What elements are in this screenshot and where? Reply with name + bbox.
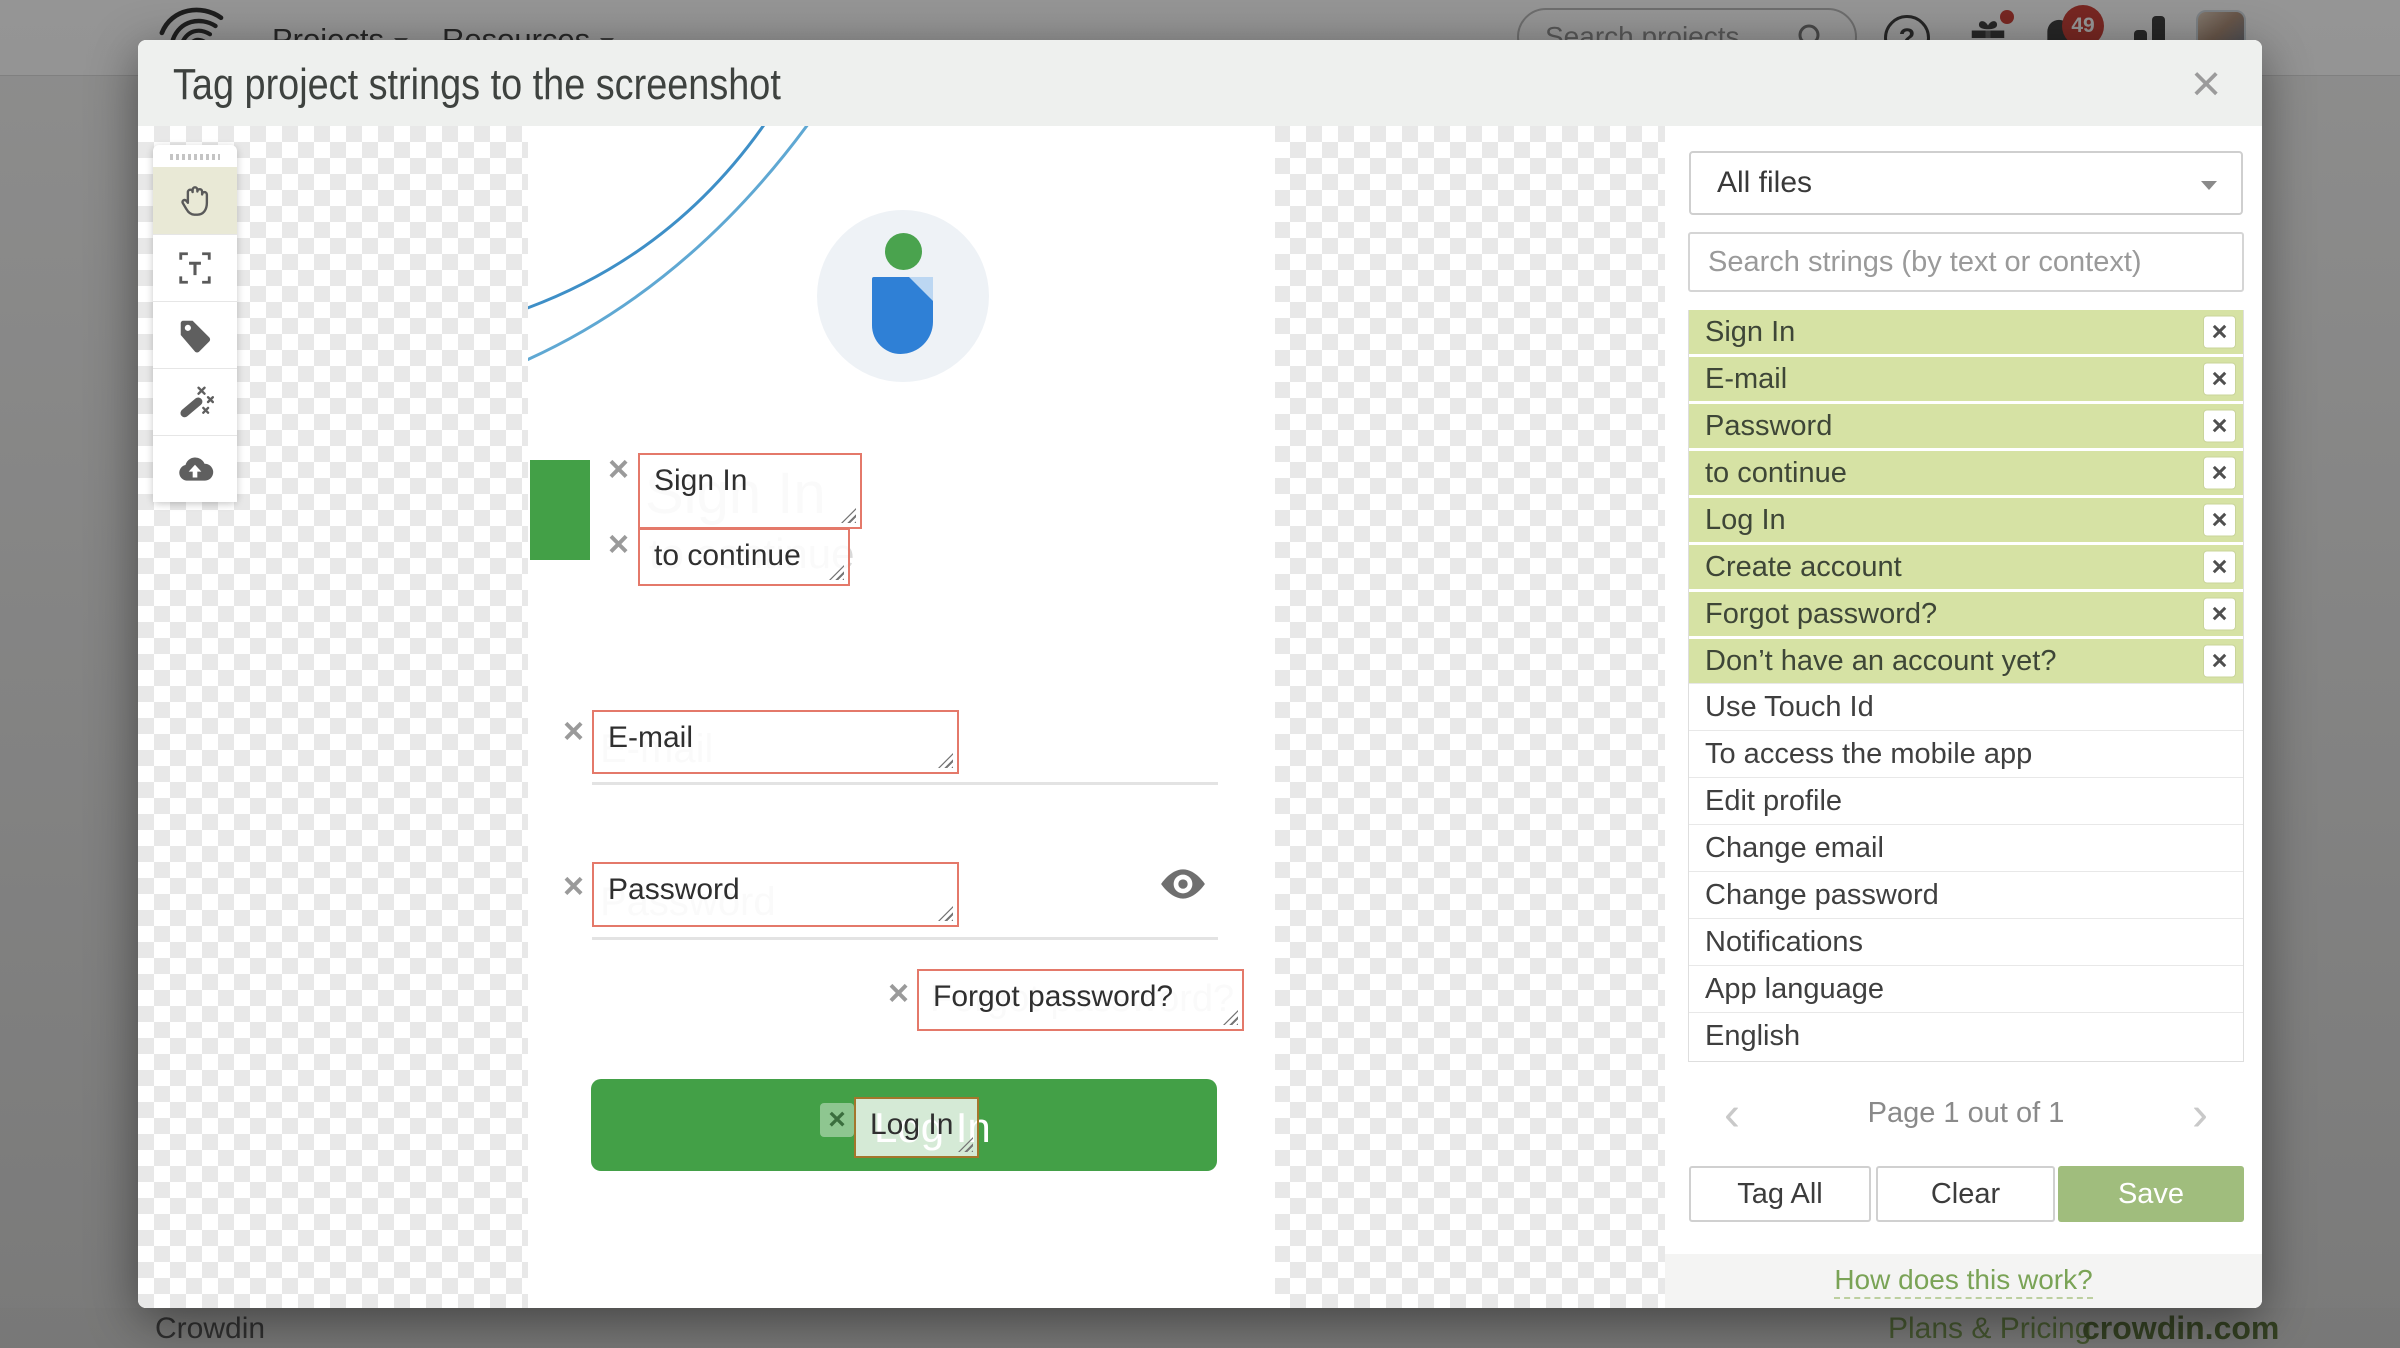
- cloud-upload-tool-icon: [179, 457, 214, 481]
- remove-string-icon[interactable]: ×: [2204, 645, 2235, 677]
- eye-icon: [1161, 869, 1205, 899]
- string-row[interactable]: App language: [1689, 965, 2243, 1012]
- app-email-underline: [592, 782, 1218, 785]
- file-filter-select[interactable]: All files: [1689, 151, 2243, 215]
- remove-tag-icon[interactable]: ×: [820, 1103, 854, 1137]
- app-logo-corner: [909, 277, 933, 301]
- text-select-tool-button[interactable]: [153, 234, 237, 301]
- tag-box-to-continue[interactable]: to continue: [638, 528, 850, 586]
- string-row[interactable]: Change password: [1689, 871, 2243, 918]
- tag-tool-button[interactable]: [153, 301, 237, 368]
- save-button[interactable]: Save: [2058, 1166, 2244, 1222]
- pagination: ‹ Page 1 out of 1 ›: [1688, 1088, 2244, 1141]
- remove-tag-icon[interactable]: ×: [888, 975, 909, 1011]
- string-row[interactable]: Sign In ×: [1689, 310, 2243, 354]
- string-row[interactable]: Don’t have an account yet? ×: [1689, 636, 2243, 683]
- string-row[interactable]: to continue ×: [1689, 448, 2243, 495]
- modal-header: Tag project strings to the screenshot ×: [138, 40, 2262, 126]
- string-row[interactable]: Password ×: [1689, 401, 2243, 448]
- remove-string-icon[interactable]: ×: [2204, 504, 2235, 536]
- resize-handle-icon[interactable]: [938, 753, 953, 768]
- string-row[interactable]: E-mail ×: [1689, 354, 2243, 401]
- close-icon[interactable]: ×: [2176, 54, 2236, 114]
- tools-palette: [153, 145, 237, 502]
- magic-wand-tool-button[interactable]: [153, 368, 237, 435]
- string-row[interactable]: Change email: [1689, 824, 2243, 871]
- clear-button[interactable]: Clear: [1876, 1166, 2055, 1222]
- remove-tag-icon[interactable]: ×: [563, 713, 584, 749]
- remove-tag-icon[interactable]: ×: [608, 526, 629, 562]
- string-row[interactable]: Notifications: [1689, 918, 2243, 965]
- remove-string-icon[interactable]: ×: [2204, 410, 2235, 442]
- string-row[interactable]: Log In ×: [1689, 495, 2243, 542]
- remove-string-icon[interactable]: ×: [2204, 598, 2235, 630]
- remove-tag-icon[interactable]: ×: [563, 868, 584, 904]
- help-link[interactable]: How does this work?: [1665, 1264, 2262, 1299]
- remove-string-icon[interactable]: ×: [2204, 363, 2235, 395]
- string-row[interactable]: Use Touch Id: [1689, 683, 2243, 730]
- app-logo-dot: [885, 233, 922, 270]
- magic-wand-tool-icon: [180, 386, 214, 418]
- strings-panel: All files Sign In× E-mail× Password× to …: [1665, 126, 2262, 1308]
- app-password-underline: [592, 937, 1218, 940]
- tag-box-log-in[interactable]: Log In: [854, 1097, 979, 1158]
- tag-box-sign-in[interactable]: Sign In: [638, 453, 862, 529]
- string-list: Sign In × E-mail × Password × to continue × …: [1688, 310, 2244, 1062]
- panel-footer: How does this work?: [1665, 1254, 2262, 1308]
- remove-tag-icon[interactable]: ×: [608, 451, 629, 487]
- cloud-upload-tool-button[interactable]: [153, 435, 237, 502]
- resize-handle-icon[interactable]: [1223, 1010, 1238, 1025]
- resize-handle-icon[interactable]: [938, 906, 953, 921]
- screenshot-workspace[interactable]: Sign In to continue E-mail Password Forg…: [138, 126, 1665, 1308]
- string-row[interactable]: To access the mobile app: [1689, 730, 2243, 777]
- resize-handle-icon[interactable]: [841, 508, 856, 523]
- remove-string-icon[interactable]: ×: [2204, 551, 2235, 583]
- tag-box-password[interactable]: Password: [592, 862, 959, 927]
- tag-all-button[interactable]: Tag All: [1689, 1166, 1871, 1222]
- string-row[interactable]: Edit profile: [1689, 777, 2243, 824]
- hand-pan-tool-icon: [181, 185, 209, 216]
- tag-tool-icon: [180, 320, 211, 353]
- next-page-icon[interactable]: ›: [2192, 1087, 2208, 1142]
- remove-string-icon[interactable]: ×: [2204, 457, 2235, 489]
- modal-title: Tag project strings to the screenshot: [173, 60, 781, 109]
- remove-string-icon[interactable]: ×: [2204, 316, 2235, 348]
- app-accent-rect: [530, 460, 590, 560]
- tag-box-email[interactable]: E-mail: [592, 710, 959, 774]
- tag-box-forgot-password[interactable]: Forgot password?: [917, 969, 1244, 1031]
- hand-pan-tool-button[interactable]: [153, 167, 237, 234]
- string-search-input[interactable]: [1688, 232, 2244, 292]
- string-row[interactable]: Create account ×: [1689, 542, 2243, 589]
- page-label: Page 1 out of 1: [1867, 1097, 2065, 1129]
- resize-handle-icon[interactable]: [829, 565, 844, 580]
- chevron-down-icon: [2201, 181, 2217, 190]
- string-row[interactable]: Forgot password? ×: [1689, 589, 2243, 636]
- resize-handle-icon[interactable]: [958, 1137, 973, 1152]
- tag-strings-modal: Tag project strings to the screenshot × …: [138, 40, 2262, 1308]
- drag-handle[interactable]: [170, 154, 220, 160]
- string-row[interactable]: English: [1689, 1012, 2243, 1059]
- text-select-tool-icon: [179, 252, 211, 284]
